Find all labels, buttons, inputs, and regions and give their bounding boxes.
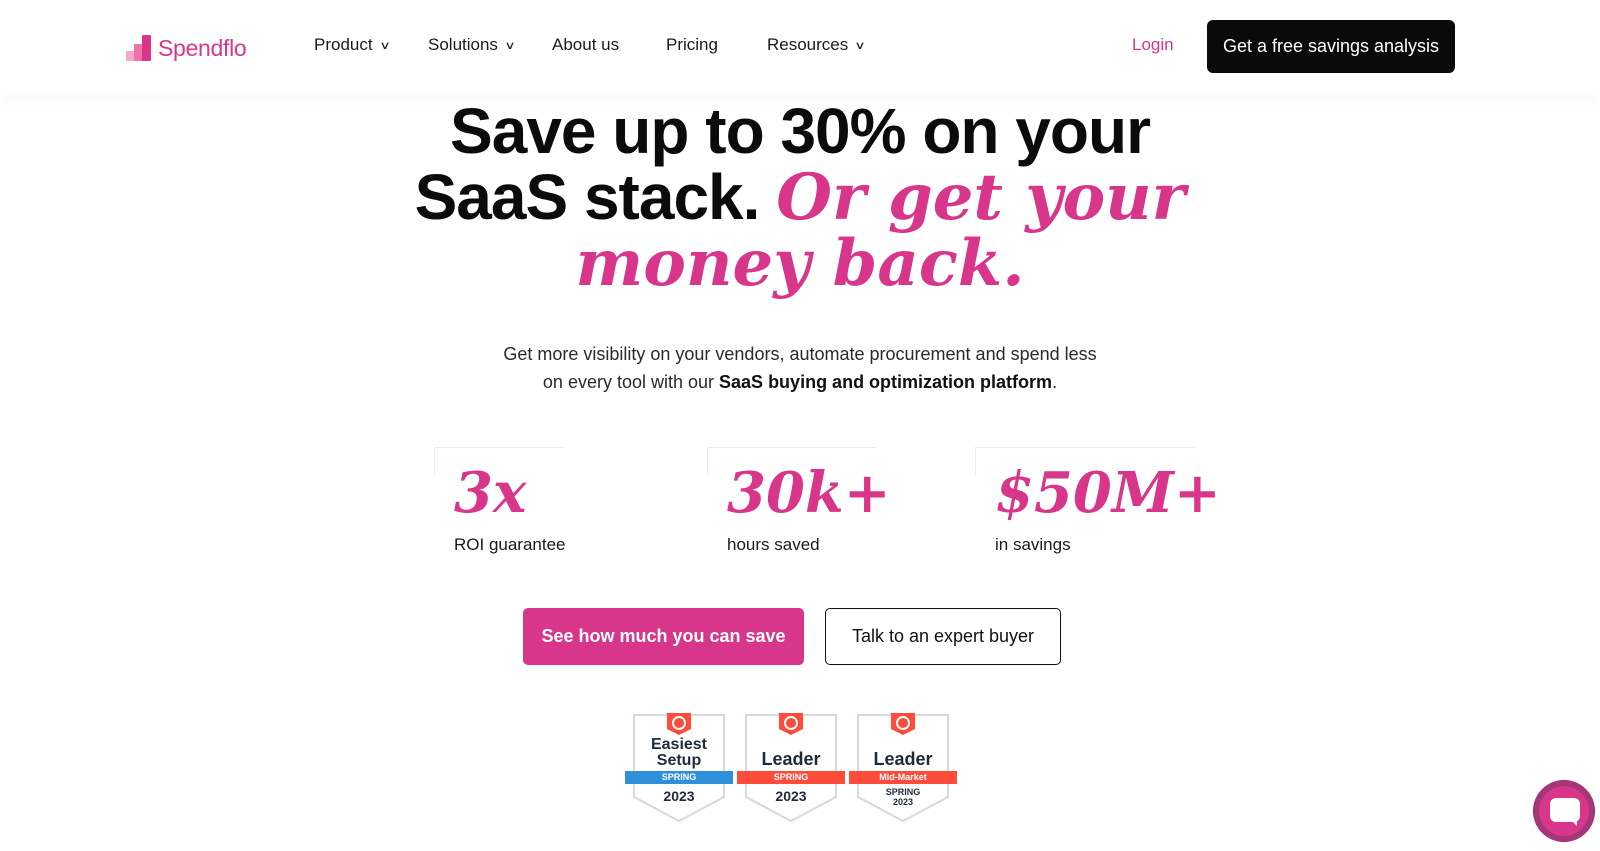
badge-title: Leader — [761, 749, 821, 769]
login-link[interactable]: Login — [1132, 35, 1174, 55]
chat-widget-button[interactable] — [1533, 780, 1595, 842]
badge-ribbon: SPRING — [737, 771, 845, 784]
g2-badge-easiest-setup: Easiest Setup SPRING 2023 — [625, 713, 733, 823]
see-how-much-you-can-save-button[interactable]: See how much you can save — [523, 608, 804, 665]
badge-title-line-1: Easiest — [650, 736, 708, 753]
nav-item-label: Pricing — [666, 35, 718, 54]
free-savings-analysis-button[interactable]: Get a free savings analysis — [1207, 20, 1455, 73]
stat-label: in savings — [995, 535, 1071, 554]
nav-item-label: Resources — [767, 35, 849, 54]
subtext-post: . — [1052, 372, 1058, 392]
nav-item-solutions[interactable]: Solutions ∨ — [428, 35, 516, 55]
hero-subtext: Get more visibility on your vendors, aut… — [420, 340, 1180, 396]
page: Spendflo Product ∨ Solutions ∨ About us … — [0, 0, 1600, 851]
subtext-line-2: on every tool with our SaaS buying and o… — [420, 368, 1180, 396]
headline-accent-b: money back. — [575, 226, 1025, 301]
stat-roi: 3x ROI guarantee — [434, 447, 566, 555]
subtext-bold: SaaS buying and optimization platform — [719, 372, 1053, 392]
stat-value: 30k+ — [727, 460, 891, 526]
subtext-pre: on every tool with our — [542, 372, 715, 392]
chevron-down-icon: ∨ — [504, 39, 516, 52]
chevron-down-icon: ∨ — [854, 39, 866, 52]
nav-item-product[interactable]: Product ∨ — [314, 35, 391, 55]
badge-ribbon: SPRING — [625, 771, 733, 784]
stat-savings: $50M+ in savings — [975, 447, 1221, 555]
stat-value: $50M+ — [995, 460, 1221, 526]
headline-line-1: Save up to 30% on your — [450, 95, 1151, 167]
g2-logo-icon — [891, 713, 915, 735]
badge-ribbon: Mid-Market — [849, 771, 957, 784]
headline-accent-a: Or get your — [776, 160, 1186, 235]
nav-item-label: About us — [552, 35, 620, 54]
headline-line-2: SaaS stack. Or get your — [300, 164, 1300, 231]
nav-item-label: Solutions — [428, 35, 498, 54]
badge-year: 2023 — [775, 788, 807, 804]
badge-year: 2023 — [663, 788, 695, 804]
badge-title: Leader — [873, 749, 933, 769]
badge-title-line-2: Setup — [656, 752, 702, 769]
headline-plain: SaaS stack. — [414, 161, 761, 233]
nav-item-label: Product — [314, 35, 373, 54]
stat-value: 3x — [454, 460, 527, 526]
nav-item-resources[interactable]: Resources ∨ — [767, 35, 866, 55]
top-nav: Spendflo Product ∨ Solutions ∨ About us … — [0, 0, 1600, 95]
subtext-line-1: Get more visibility on your vendors, aut… — [503, 344, 1097, 364]
chat-bubble-tail — [1569, 818, 1577, 826]
badge-season: SPRING — [885, 787, 921, 797]
badge-year: 2023 — [892, 797, 914, 807]
logo-mark-icon — [126, 35, 152, 61]
logo-text: Spendflo — [158, 35, 247, 61]
spendflo-logo[interactable]: Spendflo — [126, 33, 247, 61]
g2-logo-icon — [779, 713, 803, 735]
nav-item-pricing[interactable]: Pricing — [666, 35, 718, 55]
g2-badge-leader: Leader SPRING 2023 — [737, 713, 845, 823]
stat-label: ROI guarantee — [454, 535, 566, 554]
chevron-down-icon: ∨ — [378, 39, 391, 52]
g2-badge-leader-mid-market: Leader Mid-Market SPRING 2023 — [849, 713, 957, 823]
hero-headline: Save up to 30% on your SaaS stack. Or ge… — [300, 98, 1300, 297]
nav-item-about-us[interactable]: About us — [552, 35, 619, 55]
g2-logo-icon — [667, 713, 691, 735]
stat-hours: 30k+ hours saved — [707, 447, 891, 555]
stat-label: hours saved — [727, 535, 820, 554]
talk-to-expert-buyer-button[interactable]: Talk to an expert buyer — [825, 608, 1061, 665]
